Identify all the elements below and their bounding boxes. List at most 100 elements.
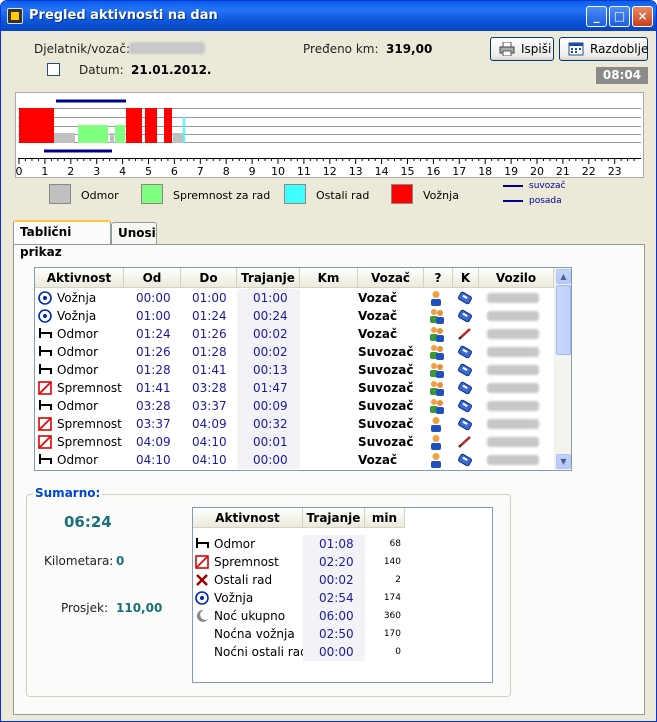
close-button[interactable]: × (632, 6, 653, 27)
hour-label: 19 (504, 165, 518, 177)
hour-label: 22 (582, 165, 596, 177)
cell-to: 03:37 (192, 399, 227, 413)
table-row[interactable]: Spremnost 04:09 04:10 00:01 Suvozač (35, 433, 554, 451)
cell-to: 01:26 (192, 327, 227, 341)
sum-cell-min: 174 (383, 593, 401, 603)
sum-col-duration[interactable]: Trajanje (303, 508, 365, 528)
drive-block (164, 108, 172, 143)
cell-to: 01:28 (192, 345, 227, 359)
col-duration[interactable]: Trajanje (237, 268, 300, 288)
worker-label: Djelatnik/vozač: (34, 42, 131, 56)
sum-cell-min: 140 (383, 557, 401, 567)
title-bar[interactable]: Pregled aktivnosti na dan _ □ × (1, 1, 656, 31)
scroll-thumb[interactable] (556, 285, 571, 355)
sum-col-min[interactable]: min (365, 508, 405, 528)
col-km[interactable]: Km (300, 268, 358, 288)
period-button[interactable]: Razdoblje (559, 37, 648, 61)
users-icon (429, 380, 445, 398)
tab-table-view[interactable]: Tablični prikaz (13, 220, 111, 259)
cell-driver: Vozač (358, 453, 398, 467)
hour-label: 1 (41, 165, 48, 177)
summary-row[interactable]: Odmor 01:08 68 (193, 535, 405, 553)
date-label: Datum: (79, 63, 124, 77)
col-activity[interactable]: Aktivnost (35, 268, 124, 288)
sum-cell-duration: 02:50 (319, 627, 354, 641)
legend-drive-swatch (391, 184, 413, 204)
timeline-chart: 0 1 2 3 4 5 6 7 8 9 10 11 12 13 14 15 16 17 18 19 20 21 22 23 (15, 92, 644, 178)
users-icon (429, 326, 445, 344)
hour-label: 21 (556, 165, 570, 177)
cell-duration: 01:00 (253, 291, 288, 305)
sum-cell-min: 0 (395, 647, 401, 657)
print-button[interactable]: Ispiši (490, 37, 554, 61)
summary-row[interactable]: Spremnost 02:20 140 (193, 553, 405, 571)
summary-row[interactable]: Noćni ostali rad 00:00 0 (193, 643, 405, 661)
cell-to: 04:10 (192, 453, 227, 467)
vehicle-redacted (487, 293, 539, 303)
scroll-down-icon[interactable]: ▼ (556, 454, 571, 469)
table-row[interactable]: Spremnost 01:41 03:28 01:47 Suvozač (35, 379, 554, 397)
table-row[interactable]: Odmor 04:10 04:10 00:00 Vozač (35, 451, 554, 469)
legend-co-driver-label: suvozač (529, 181, 566, 191)
tab-entries[interactable]: Unosi (111, 222, 157, 244)
hour-label: 4 (119, 165, 126, 177)
hour-label: 13 (349, 165, 363, 177)
summary-row[interactable]: Vožnja 02:54 174 (193, 589, 405, 607)
table-row[interactable]: Spremnost 03:37 04:09 00:32 Suvozač (35, 415, 554, 433)
sum-cell-activity: Odmor (214, 537, 256, 551)
date-checkbox[interactable] (47, 63, 60, 76)
date-value: 21.01.2012. (131, 63, 212, 77)
summary-km-value: 0 (116, 554, 125, 568)
worker-name-redacted (129, 42, 205, 54)
col-to[interactable]: Do (181, 268, 237, 288)
legend-co-driver-line (503, 185, 523, 187)
cell-activity: Spremnost (57, 417, 122, 431)
maximize-button[interactable]: □ (609, 6, 630, 27)
summary-avg-label: Prosjek: (61, 601, 108, 615)
hour-label: 11 (297, 165, 311, 177)
col-from[interactable]: Od (124, 268, 181, 288)
cell-duration: 00:13 (253, 363, 288, 377)
scroll-up-icon[interactable]: ▲ (556, 269, 571, 284)
activity-table[interactable]: Aktivnost Od Do Trajanje Km Vozač ? K Vo… (34, 267, 572, 471)
cell-duration: 00:24 (253, 309, 288, 323)
sum-cell-duration: 00:02 (319, 573, 354, 587)
sum-cell-duration: 00:00 (319, 645, 354, 659)
table-row[interactable]: Odmor 01:24 01:26 00:02 Vozač (35, 325, 554, 343)
legend-ready-label: Spremnost za rad (173, 189, 271, 202)
summary-row[interactable]: Noćna vožnja 02:50 170 (193, 625, 405, 643)
cell-from: 01:41 (136, 381, 171, 395)
table-row[interactable]: Odmor 03:28 03:37 00:09 Suvozač (35, 397, 554, 415)
table-scrollbar[interactable]: ▲ ▼ (554, 268, 571, 470)
cell-driver: Suvozač (358, 435, 414, 449)
rest-icon (38, 453, 54, 470)
hour-label: 20 (530, 165, 544, 177)
timeline-hour-labels: 0 1 2 3 4 5 6 7 8 9 10 11 12 13 14 15 16 17 18 19 20 21 22 23 (16, 165, 622, 177)
table-row[interactable]: Odmor 01:26 01:28 00:02 Suvozač (35, 343, 554, 361)
table-row[interactable]: Vožnja 01:00 01:24 00:24 Vozač (35, 307, 554, 325)
col-vehicle[interactable]: Vozilo (479, 268, 554, 288)
cell-from: 00:00 (136, 291, 171, 305)
hour-label: 9 (249, 165, 256, 177)
sum-cell-activity: Noćni ostali rad (214, 645, 308, 659)
vehicle-redacted (487, 419, 539, 429)
cell-driver: Suvozač (358, 417, 414, 431)
summary-table[interactable]: Aktivnost Trajanje min Odmor 01:08 68 Sprem… (192, 507, 493, 683)
col-driver[interactable]: Vozač (358, 268, 424, 288)
cell-from: 01:28 (136, 363, 171, 377)
table-row[interactable]: Odmor 01:28 01:41 00:13 Suvozač (35, 361, 554, 379)
users-icon (429, 362, 445, 380)
minimize-button[interactable]: _ (586, 6, 607, 27)
hour-label: 15 (401, 165, 415, 177)
vehicle-redacted (487, 383, 539, 393)
col-card[interactable]: K (453, 268, 479, 288)
summary-row[interactable]: Noć ukupno 06:00 360 (193, 607, 405, 625)
col-question[interactable]: ? (424, 268, 453, 288)
app-icon (7, 8, 23, 24)
sum-cell-duration: 01:08 (319, 537, 354, 551)
hour-label: 10 (271, 165, 285, 177)
legend-rest-label: Odmor (81, 189, 119, 202)
sum-col-activity[interactable]: Aktivnost (193, 508, 303, 528)
table-row[interactable]: Vožnja 00:00 01:00 01:00 Vozač (35, 289, 554, 307)
summary-row[interactable]: Ostali rad 00:02 2 (193, 571, 405, 589)
